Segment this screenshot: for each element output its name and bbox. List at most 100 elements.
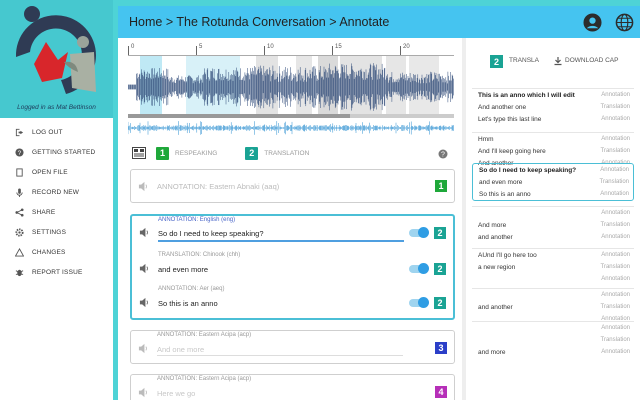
annotation-text[interactable]: And one more [157,345,204,354]
waveform-region[interactable] [296,56,312,118]
transcript-line[interactable]: Let's type this last line Annotation [472,113,634,125]
transcript-line[interactable]: Annotation [472,207,634,219]
annotation-row[interactable]: ANNOTATION: English (eng) So do I need t… [132,216,453,250]
waveform-view[interactable] [128,56,454,118]
transcript-line[interactable]: This is an anno which I will edit Annotat… [472,89,634,101]
gear-icon [14,227,24,237]
menu-item-share[interactable]: SHARE [0,202,113,222]
annotation-text[interactable]: So do I need to keep speaking? [158,229,264,238]
folder-icon [14,167,24,177]
transcript-line[interactable]: So do I need to keep speaking? Annotation [473,164,633,176]
transcript-line[interactable]: Annotation [472,289,634,301]
timeline-ruler: 0 5 10 15 20 [128,44,454,56]
speaker-icon[interactable] [138,343,149,354]
menu-item-label: CHANGES [32,248,66,256]
download-icon[interactable] [553,56,563,66]
ruler-tick [128,46,129,55]
ruler-tick [332,46,333,55]
logged-in-prefix: Logged in as [17,104,55,111]
transcript-line[interactable]: and another Annotation [472,231,634,243]
waveform-region[interactable] [256,56,278,118]
transcript-icon[interactable] [132,147,146,159]
transcript-group[interactable]: Annotation Translation and more Annotation [472,321,634,358]
transcript-line[interactable]: AUnd I'll go here too Annotation [472,249,634,261]
transcript-group[interactable]: AUnd I'll go here too Annotation a new reg… [472,248,634,285]
app-window: Logged in as Mat Bettinson LOG OUT ? GET… [0,0,640,400]
transcript-kind: Translation [600,264,630,270]
annotation-row[interactable]: ANNOTATION: Eastern Acipa (acp) Here we … [131,375,454,400]
annotation-text[interactable]: Here we go [157,389,195,398]
waveform-overview[interactable] [128,120,454,136]
visibility-toggle[interactable] [409,227,429,238]
annotation-row[interactable]: ANNOTATION: Eastern Abnaki (aaq) 1 [131,170,454,208]
transcript-kind: Annotation [601,234,630,240]
transcript-line[interactable]: Translation [472,334,634,346]
transcript-text: Let's type this last line [478,115,542,123]
transcript-group[interactable]: Annotation and another Translation Annotati… [472,288,634,325]
menu-item-record-new[interactable]: RECORD NEW [0,182,113,202]
speaker-icon[interactable] [138,181,149,192]
menu-item-report-issue[interactable]: REPORT ISSUE [0,262,113,282]
annotation-card-active[interactable]: ANNOTATION: English (eng) So do I need t… [130,214,455,320]
speaker-icon[interactable] [139,263,150,274]
tab-respeaking[interactable]: RESPEAKING [175,150,217,157]
toggle-knob [418,297,429,308]
annotation-row[interactable]: ANNOTATION: Aer (aeq) So this is an anno… [132,285,453,319]
annotation-text[interactable]: So this is an anno [158,299,218,308]
translation-tab-badge[interactable]: 2 [490,55,503,68]
transcript-line[interactable]: and more Annotation [472,346,634,358]
annotation-card[interactable]: ANNOTATION: Eastern Abnaki (aaq) 1 [130,169,455,203]
user-name: Mat Bettinson [56,104,96,111]
transcript-line[interactable]: Hmm Annotation [472,133,634,145]
transcript-kind: Translation [600,148,630,154]
tab-translation[interactable]: TRANSLATION [264,150,309,157]
transcript-line[interactable]: and another Translation [472,301,634,313]
waveform-scroll-thumb[interactable] [128,114,350,118]
transcript-line[interactable]: So this is an anno Annotation [473,188,633,200]
translation-tab[interactable]: TRANSLA [509,57,539,64]
globe-icon[interactable] [615,13,634,32]
menu-item-settings[interactable]: SETTINGS [0,222,113,242]
visibility-toggle[interactable] [409,263,429,274]
annotation-language: ANNOTATION: Aer (aeq) [158,286,225,292]
speaker-icon[interactable] [138,387,149,398]
menu-item-getting-started[interactable]: ? GETTING STARTED [0,142,113,162]
transcript-line[interactable]: And another one Translation [472,101,634,113]
transcript-kind: Translation [600,337,630,343]
menu-item-open-file[interactable]: OPEN FILE [0,162,113,182]
waveform-region[interactable] [186,56,240,118]
menu-item-log-out[interactable]: LOG OUT [0,122,113,142]
layer-badge: 2 [433,296,447,310]
transcript-line[interactable]: Annotation [472,322,634,334]
transcript-text: So this is an anno [479,190,531,198]
transcript-group-selected[interactable]: So do I need to keep speaking? Annotation… [472,163,634,201]
account-icon[interactable] [583,13,602,32]
annotation-row[interactable]: TRANSLATION: Chinook (chh) and even more… [132,250,453,285]
ruler-label: 10 [267,44,274,50]
menu-item-label: SHARE [32,208,56,216]
transcript-line[interactable]: a new region Translation [472,261,634,273]
app-logo [15,6,96,95]
transcript-line[interactable]: And more Translation [472,219,634,231]
help-icon[interactable]: ? [438,149,448,159]
annotation-text[interactable]: and even more [158,265,208,274]
transcript-line[interactable]: and even more Translation [473,176,633,188]
download-captions-button[interactable]: DOWNLOAD CAP [565,57,618,64]
visibility-toggle[interactable] [409,297,429,308]
transcript-line[interactable]: Annotation [472,273,634,285]
annotation-card[interactable]: ANNOTATION: Eastern Acipa (acp) Here we … [130,374,455,400]
transcript-group[interactable]: This is an anno which I will edit Annotat… [472,88,634,125]
transcript-line[interactable]: And I'll keep going here Translation [472,145,634,157]
tab-respeaking-badge[interactable]: 1 [156,146,169,160]
overview-trace [128,121,454,135]
speaker-icon[interactable] [139,297,150,308]
annotation-row[interactable]: ANNOTATION: Eastern Acipa (acp) And one … [131,331,454,369]
transcript-group[interactable]: Annotation And more Translation and another… [472,206,634,243]
speaker-icon[interactable] [139,227,150,238]
menu-item-label: RECORD NEW [32,188,80,196]
annotation-text[interactable]: ANNOTATION: Eastern Abnaki (aaq) [157,182,279,191]
ruler-label: 15 [335,44,342,50]
menu-item-changes[interactable]: CHANGES [0,242,113,262]
tab-translation-badge[interactable]: 2 [245,146,259,160]
annotation-card[interactable]: ANNOTATION: Eastern Acipa (acp) And one … [130,330,455,364]
